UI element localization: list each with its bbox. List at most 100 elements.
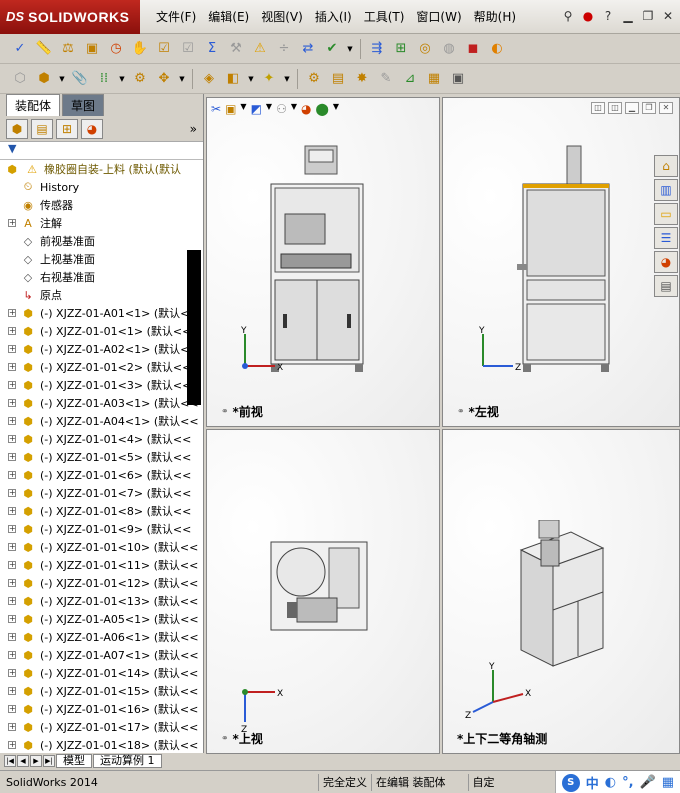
expand-icon[interactable]: +	[8, 489, 16, 497]
mass-properties-icon[interactable]: ⚖	[58, 39, 78, 59]
tree-component-row[interactable]: + ⬢ (-) XJZZ-01-01<4> (默认<<	[0, 430, 203, 448]
tree-component-row[interactable]: + ⬢ (-) XJZZ-01-01<17> (默认<<	[0, 718, 203, 736]
link-views-icon[interactable]: ⚭	[221, 734, 229, 744]
file-explorer-icon[interactable]: ▭	[654, 203, 678, 225]
deviation-icon[interactable]: ⚒	[226, 39, 246, 59]
tree-component-row[interactable]: + ⬢ (-) XJZZ-01-A04<1> (默认<<	[0, 412, 203, 430]
section-properties-icon[interactable]: ▣	[82, 39, 102, 59]
tree-component-row[interactable]: + ⬢ (-) XJZZ-01-A02<1> (默认<<	[0, 340, 203, 358]
explode-line-icon[interactable]: ✎	[376, 69, 396, 89]
viewport-left[interactable]: ◫ ◫ ▁ ❐ ✕ Y Z ⚭ *左视	[442, 97, 680, 427]
tab-sketch[interactable]: 草图	[62, 94, 105, 116]
traffic-light-icon[interactable]: ●	[580, 8, 596, 24]
menu-view[interactable]: 视图(V)	[255, 8, 309, 25]
expand-icon[interactable]: +	[8, 633, 16, 641]
expand-icon[interactable]: +	[8, 597, 16, 605]
expand-icon[interactable]: +	[8, 525, 16, 533]
solidworks-resources-icon[interactable]: ⌂	[654, 155, 678, 177]
tree-component-row[interactable]: + ⬢ (-) XJZZ-01-01<2> (默认<<	[0, 358, 203, 376]
expand-icon[interactable]: +	[8, 507, 16, 515]
interference-detection-icon[interactable]: ⊿	[400, 69, 420, 89]
split-icon[interactable]: ÷	[274, 39, 294, 59]
view-orientation-icon[interactable]: ▣	[225, 102, 236, 116]
new-motion-study-icon[interactable]: ⚙	[304, 69, 324, 89]
dimxpert-icon[interactable]: ◼	[463, 39, 483, 59]
expand-icon[interactable]: +	[8, 219, 16, 227]
restore-icon[interactable]: ❐	[642, 102, 656, 114]
mate-icon[interactable]: 📎	[70, 69, 90, 89]
appearance-icon[interactable]: ◕	[301, 102, 311, 116]
chevron-down-icon[interactable]: ▼	[283, 69, 291, 89]
close-icon[interactable]: ✕	[659, 102, 673, 114]
tree-component-row[interactable]: + ⬢ (-) XJZZ-01-01<14> (默认<<	[0, 664, 203, 682]
expand-panel-icon[interactable]: »	[190, 122, 197, 136]
expand-icon[interactable]: +	[8, 381, 16, 389]
tree-component-row[interactable]: + ⬢ (-) XJZZ-01-01<15> (默认<<	[0, 682, 203, 700]
view-palette-icon[interactable]: ☰	[654, 227, 678, 249]
tile-horizontal-icon[interactable]: ◫	[591, 102, 605, 114]
link-views-icon[interactable]: ⚭	[221, 407, 229, 417]
interference-icon[interactable]: ✔	[322, 39, 342, 59]
expand-icon[interactable]: +	[8, 543, 16, 551]
menu-edit[interactable]: 编辑(E)	[202, 8, 255, 25]
checkbox-disabled-icon[interactable]: ☑	[178, 39, 198, 59]
restore-icon[interactable]: ❐	[640, 8, 656, 24]
tree-feature-row[interactable]: ◇ 上视基准面	[0, 250, 203, 268]
tree-feature-row[interactable]: + A 注解	[0, 214, 203, 232]
geometry-analysis-icon[interactable]: ✋	[130, 39, 150, 59]
design-library-icon[interactable]: ▥	[654, 179, 678, 201]
filter-icon[interactable]: ▼	[8, 142, 16, 155]
minimize-icon[interactable]: ▁	[625, 102, 639, 114]
tree-component-row[interactable]: + ⬢ (-) XJZZ-01-A03<1> (默认<<	[0, 394, 203, 412]
move-component-icon[interactable]: ✥	[154, 69, 174, 89]
equations-icon[interactable]: Σ	[202, 39, 222, 59]
simulation-icon[interactable]: ◐	[487, 39, 507, 59]
tree-component-row[interactable]: + ⬢ (-) XJZZ-01-01<6> (默认<<	[0, 466, 203, 484]
hide-show-icon[interactable]: ⚇	[276, 102, 287, 116]
expand-icon[interactable]: +	[8, 651, 16, 659]
spell-check-icon[interactable]: ✓	[10, 39, 30, 59]
warning-icon[interactable]: ⚠	[250, 39, 270, 59]
link-views-icon[interactable]: ⚭	[457, 407, 465, 417]
ime-logo-icon[interactable]: S	[561, 773, 580, 792]
sustainability-icon[interactable]: ◍	[439, 39, 459, 59]
expand-icon[interactable]: +	[8, 327, 16, 335]
display-manager-icon[interactable]: ◕	[81, 118, 103, 139]
chevron-down-icon[interactable]: ▼	[333, 102, 339, 116]
configuration-manager-icon[interactable]: ⊞	[56, 118, 78, 139]
chevron-down-icon[interactable]: ▼	[118, 69, 126, 89]
tree-feature-row[interactable]: ◉ 传感器	[0, 196, 203, 214]
tree-component-row[interactable]: + ⬢ (-) XJZZ-01-01<7> (默认<<	[0, 484, 203, 502]
bill-of-materials-icon[interactable]: ▤	[328, 69, 348, 89]
expand-icon[interactable]: +	[8, 435, 16, 443]
tree-root[interactable]: ⬢ ⚠ 橡胶圈自装-上料 (默认(默认	[0, 160, 203, 178]
tree-component-row[interactable]: + ⬢ (-) XJZZ-01-01<8> (默认<<	[0, 502, 203, 520]
check-icon[interactable]: ◷	[106, 39, 126, 59]
menu-help[interactable]: 帮助(H)	[468, 8, 522, 25]
expand-icon[interactable]: +	[8, 561, 16, 569]
ime-voice-icon[interactable]: 🎤	[640, 775, 656, 790]
compare-icon[interactable]: ⇶	[367, 39, 387, 59]
expand-icon[interactable]: +	[8, 363, 16, 371]
menu-insert[interactable]: 插入(I)	[309, 8, 358, 25]
tree-component-row[interactable]: + ⬢ (-) XJZZ-01-A01<1> (默认<<	[0, 304, 203, 322]
expand-icon[interactable]: +	[8, 705, 16, 713]
tab-assembly[interactable]: 装配体	[6, 94, 61, 116]
help-icon[interactable]: ?	[600, 8, 616, 24]
tree-component-row[interactable]: + ⬢ (-) XJZZ-01-01<18> (默认<<	[0, 736, 203, 753]
chevron-down-icon[interactable]: ▼	[247, 69, 255, 89]
scene-icon[interactable]: ⬤	[315, 102, 328, 116]
tree-component-row[interactable]: + ⬢ (-) XJZZ-01-01<16> (默认<<	[0, 700, 203, 718]
prev-tab-icon[interactable]: ◀	[17, 755, 29, 767]
chevron-down-icon[interactable]: ▼	[178, 69, 186, 89]
costing-icon[interactable]: ◎	[415, 39, 435, 59]
ime-keyboard-icon[interactable]: ▦	[662, 775, 674, 790]
chevron-down-icon[interactable]: ▼	[240, 102, 246, 116]
tree-component-row[interactable]: + ⬢ (-) XJZZ-01-01<1> (默认<<	[0, 322, 203, 340]
tree-component-row[interactable]: + ⬢ (-) XJZZ-01-01<3> (默认<<	[0, 376, 203, 394]
next-tab-icon[interactable]: ▶	[30, 755, 42, 767]
expand-icon[interactable]: +	[8, 309, 16, 317]
clearance-icon[interactable]: ▦	[424, 69, 444, 89]
tile-vertical-icon[interactable]: ◫	[608, 102, 622, 114]
first-tab-icon[interactable]: |◀	[4, 755, 16, 767]
